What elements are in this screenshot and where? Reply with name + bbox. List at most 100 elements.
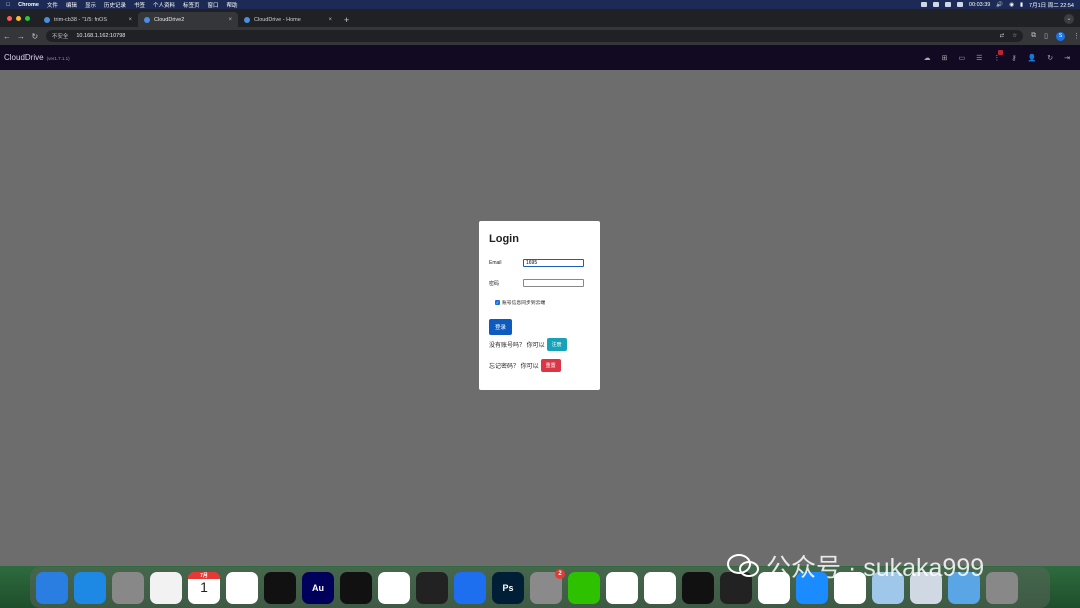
blue-app-icon[interactable] — [454, 571, 486, 604]
photoshop-icon[interactable]: Ps — [492, 571, 524, 604]
recording-timer[interactable]: 00:03:39 — [969, 2, 990, 8]
security-indicator[interactable]: 不安全 — [52, 32, 69, 40]
wechat-icon[interactable] — [568, 571, 600, 604]
register-button[interactable]: 注册 — [546, 338, 567, 351]
wechat-watermark-icon — [727, 554, 759, 577]
menu-history[interactable]: 历史记录 — [104, 1, 126, 9]
list-icon[interactable]: ☰ — [976, 54, 982, 62]
no-account-text: 没有账号吗？ 你可以 — [489, 343, 545, 349]
tab-close-icon[interactable]: × — [128, 17, 132, 23]
tab-title: CloudDrive - Home — [254, 16, 301, 23]
capcut-icon[interactable] — [264, 571, 296, 604]
close-window-button[interactable] — [7, 16, 12, 21]
tab-close-icon[interactable]: × — [328, 17, 332, 23]
url-text[interactable]: 10.168.1.162:10798 — [76, 33, 125, 39]
login-title: Login — [489, 233, 519, 245]
browser-toolbar: ← → ↻ 不安全 10.168.1.162:10798 ⇄ ☆ ⧉ ▯ S ⋮ — [0, 27, 1080, 45]
audition-icon[interactable]: Au — [302, 571, 334, 604]
forgot-password-text: 忘记密码？ 你可以 — [489, 364, 539, 370]
password-field[interactable] — [523, 279, 584, 287]
watermark: 公众号 · sukaka999 — [726, 548, 984, 584]
wifi-icon[interactable]: ◉ — [1009, 2, 1014, 8]
menu-tab[interactable]: 标签页 — [183, 1, 200, 9]
profile-avatar[interactable]: S — [1055, 31, 1065, 41]
status-icon[interactable] — [944, 2, 951, 7]
app-brand[interactable]: CloudDrive (ver1.7.1.1) — [0, 53, 70, 62]
status-icon[interactable] — [932, 2, 939, 7]
forward-icon[interactable]: → — [14, 32, 28, 41]
menu-profile[interactable]: 个人资料 — [153, 1, 175, 9]
status-icon[interactable] — [956, 2, 963, 7]
extensions-icon[interactable]: ⧉ — [1031, 32, 1036, 40]
monitor-icon[interactable]: ▭ — [958, 54, 965, 62]
sync-label: 账号信息同步到云端 — [502, 301, 546, 306]
network-icon[interactable]: ⊞ — [942, 54, 948, 62]
launchpad-icon[interactable] — [112, 571, 144, 604]
menubar-app-name[interactable]: Chrome — [18, 2, 39, 8]
logout-icon[interactable]: ⇥ — [1064, 54, 1070, 62]
sync-checkbox[interactable]: ✓ — [495, 300, 500, 305]
menu-bookmarks[interactable]: 书签 — [134, 1, 145, 9]
address-bar[interactable]: 不安全 10.168.1.162:10798 ⇄ ☆ — [45, 30, 1024, 42]
watermark-text: 公众号 · sukaka999 — [766, 554, 985, 582]
window-controls — [0, 16, 38, 27]
menu-help[interactable]: 帮助 — [227, 1, 238, 9]
new-tab-button[interactable]: + — [338, 15, 355, 27]
rec-app-icon[interactable] — [682, 571, 714, 604]
status-icon[interactable] — [920, 2, 927, 7]
battery-icon[interactable]: ▮ — [1020, 2, 1023, 8]
tab-favicon-icon — [244, 16, 250, 23]
app-toolbar-icons: ☁ ⊞ ▭ ☰ ⋮ ⚷ 👤 ↻ ⇥ — [924, 49, 1070, 62]
calendar-icon[interactable]: 7月 1 — [188, 571, 220, 604]
sync-option: ✓ 账号信息同步到云端 — [495, 299, 590, 306]
browser-tab-bar: trim-cb38 - "1/5: fnOS × CloudDrive2 × C… — [0, 9, 1080, 27]
email-field[interactable] — [523, 259, 584, 267]
tab-search-icon[interactable]: ⌄ — [1064, 14, 1074, 24]
final-cut-icon[interactable] — [416, 571, 448, 604]
red-app-icon[interactable] — [378, 571, 410, 604]
password-row: 密码 — [489, 279, 590, 287]
capcut-2-icon[interactable] — [340, 571, 372, 604]
tab-title: CloudDrive2 — [154, 16, 185, 23]
translate-icon[interactable]: ⇄ — [1000, 33, 1005, 39]
menubar-left:  Chrome 文件 编辑 显示 历史记录 书签 个人资料 标签页 窗口 帮助 — [0, 1, 238, 9]
cloud-icon[interactable]: ☁ — [924, 54, 931, 62]
zoom-window-button[interactable] — [25, 16, 30, 21]
menu-edit[interactable]: 编辑 — [66, 1, 77, 9]
chrome-menu-icon[interactable]: ⋮ — [1073, 32, 1080, 40]
teal-app-icon[interactable] — [644, 571, 676, 604]
password-label: 密码 — [489, 280, 500, 287]
tasks-icon[interactable]: ⋮ — [993, 49, 1004, 62]
bookmark-star-icon[interactable]: ☆ — [1012, 33, 1017, 39]
menu-file[interactable]: 文件 — [47, 1, 58, 9]
tab-favicon-icon — [144, 16, 150, 23]
apple-icon[interactable]:  — [6, 2, 10, 8]
reset-button[interactable]: 重置 — [540, 359, 561, 372]
system-settings-icon[interactable]: 2 — [530, 568, 565, 604]
menu-view[interactable]: 显示 — [85, 1, 96, 9]
tab-close-icon[interactable]: × — [228, 17, 232, 23]
minimize-window-button[interactable] — [16, 16, 21, 21]
menu-window[interactable]: 窗口 — [208, 1, 219, 9]
back-icon[interactable]: ← — [0, 32, 14, 41]
calendar-day: 1 — [200, 578, 208, 595]
finder-icon[interactable] — [36, 571, 68, 604]
sidebar-icon[interactable]: ▯ — [1044, 32, 1048, 40]
volume-icon[interactable]: 🔊 — [996, 2, 1003, 8]
wps-icon[interactable] — [606, 571, 638, 604]
clouddrive-app-bar: CloudDrive (ver1.7.1.1) ☁ ⊞ ▭ ☰ ⋮ ⚷ 👤 ↻ ⇥ — [0, 45, 1080, 70]
tab-trim[interactable]: trim-cb38 - "1/5: fnOS × — [38, 12, 138, 27]
clock[interactable]: 7月1日 周二 22:54 — [1029, 1, 1074, 9]
reminders-icon[interactable] — [150, 571, 182, 604]
tab-clouddrive2[interactable]: CloudDrive2 × — [138, 12, 238, 27]
refresh-icon[interactable]: ↻ — [1047, 54, 1053, 62]
login-button[interactable]: 登录 — [489, 319, 513, 335]
reload-icon[interactable]: ↻ — [28, 32, 42, 41]
chrome-icon[interactable] — [226, 571, 258, 604]
user-add-icon[interactable]: 👤 — [1028, 54, 1037, 62]
safari-icon[interactable] — [74, 571, 106, 604]
tab-clouddrive-home[interactable]: CloudDrive - Home × — [238, 12, 338, 27]
register-row: 没有账号吗？ 你可以 注册 — [489, 338, 590, 351]
key-icon[interactable]: ⚷ — [1011, 54, 1016, 62]
trash-icon[interactable] — [986, 571, 1018, 604]
